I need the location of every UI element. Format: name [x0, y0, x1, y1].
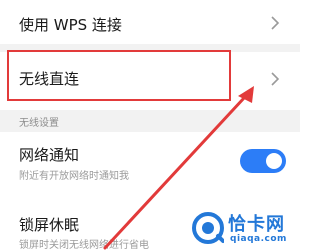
- network-notification-subtitle: 附近有开放网络时通知我: [19, 171, 129, 182]
- wifi-settings-screen: 使用 WPS 连接 无线直连 无线设置 网络通知 附近有开放网络时通知我 锁屏休…: [0, 0, 300, 251]
- network-notification-toggle[interactable]: [240, 149, 286, 173]
- highlight-box: [7, 50, 231, 101]
- chevron-right-icon: [271, 16, 280, 30]
- wps-connect-row[interactable]: 使用 WPS 连接: [0, 0, 300, 44]
- logo-badge-icon: [192, 212, 224, 244]
- section-header-label: 无线设置: [19, 118, 59, 129]
- network-notification-row[interactable]: 网络通知 附近有开放网络时通知我: [0, 132, 300, 190]
- screen-lock-sleep-label: 锁屏休眠: [19, 216, 80, 234]
- watermark-domain: qiaqa.com: [230, 234, 287, 244]
- network-notification-label: 网络通知: [19, 146, 80, 164]
- watermark-name: 恰卡网: [228, 214, 285, 235]
- wps-connect-label: 使用 WPS 连接: [19, 16, 122, 34]
- screen-lock-sleep-subtitle: 锁屏时关闭无线网络进行省电: [19, 240, 149, 251]
- section-header-wireless-settings: 无线设置: [0, 110, 300, 132]
- watermark-logo: 恰卡网 qiaqa.com: [190, 208, 298, 248]
- chevron-right-icon: [271, 72, 280, 86]
- toggle-knob: [266, 153, 282, 169]
